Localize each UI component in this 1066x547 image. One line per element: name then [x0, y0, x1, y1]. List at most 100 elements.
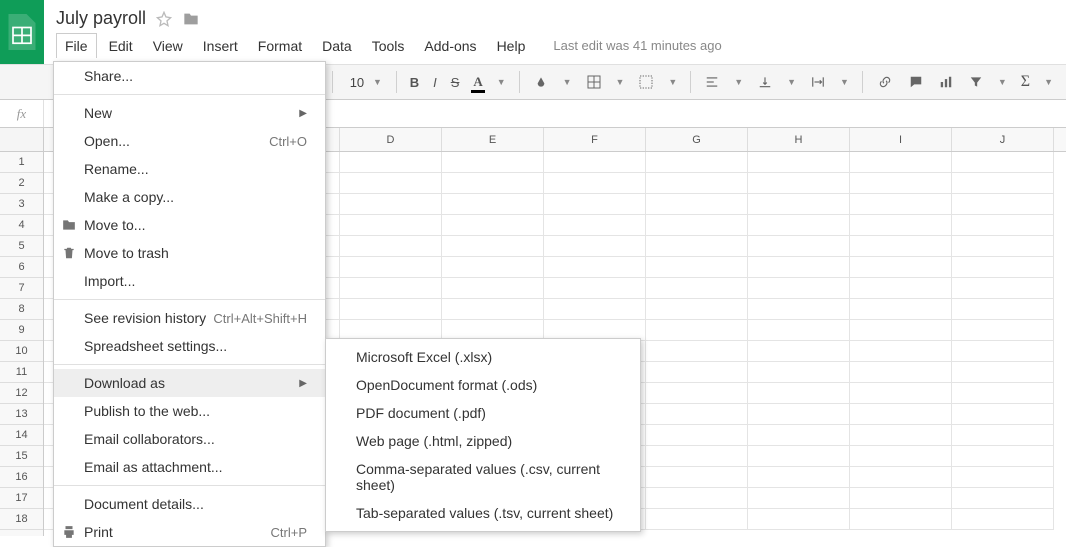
fx-label: fx	[0, 100, 44, 127]
download-as-option-0[interactable]: Microsoft Excel (.xlsx)	[326, 343, 640, 371]
menu-item-label: Rename...	[84, 161, 307, 177]
column-header-F[interactable]: F	[544, 128, 646, 151]
download-as-option-5[interactable]: Tab-separated values (.tsv, current shee…	[326, 499, 640, 527]
row-header-17[interactable]: 17	[0, 488, 43, 509]
functions-button[interactable]: Σ	[1016, 70, 1035, 94]
menu-file[interactable]: File	[56, 33, 97, 58]
file-menu-settings[interactable]: Spreadsheet settings...	[54, 332, 325, 360]
functions-dropdown-icon[interactable]: ▼	[1039, 74, 1058, 90]
row-header-13[interactable]: 13	[0, 404, 43, 425]
menu-edit[interactable]: Edit	[101, 34, 141, 58]
menu-item-label: Email collaborators...	[84, 431, 307, 447]
merge-dropdown-icon[interactable]: ▼	[663, 74, 682, 90]
row-header-11[interactable]: 11	[0, 362, 43, 383]
insert-chart-button[interactable]	[933, 72, 959, 92]
row-header-9[interactable]: 9	[0, 320, 43, 341]
menu-item-label: Spreadsheet settings...	[84, 338, 307, 354]
download-as-option-2[interactable]: PDF document (.pdf)	[326, 399, 640, 427]
menu-add-ons[interactable]: Add-ons	[416, 34, 484, 58]
file-menu-copy[interactable]: Make a copy...	[54, 183, 325, 211]
merge-cells-button[interactable]	[633, 71, 659, 93]
column-header-E[interactable]: E	[442, 128, 544, 151]
download-as-option-3[interactable]: Web page (.html, zipped)	[326, 427, 640, 455]
file-menu-revision[interactable]: See revision historyCtrl+Alt+Shift+H	[54, 304, 325, 332]
file-menu-emailcollab[interactable]: Email collaborators...	[54, 425, 325, 453]
file-menu-docdetails[interactable]: Document details...	[54, 490, 325, 518]
row-header-14[interactable]: 14	[0, 425, 43, 446]
file-menu-trash[interactable]: Move to trash	[54, 239, 325, 267]
column-header-D[interactable]: D	[340, 128, 442, 151]
file-menu-share[interactable]: Share...	[54, 62, 325, 90]
column-header-H[interactable]: H	[748, 128, 850, 151]
filter-button[interactable]	[963, 72, 989, 92]
row-header-12[interactable]: 12	[0, 383, 43, 404]
menu-item-label: Print	[84, 524, 271, 540]
menu-view[interactable]: View	[145, 34, 191, 58]
menu-help[interactable]: Help	[489, 34, 534, 58]
file-menu-rename[interactable]: Rename...	[54, 155, 325, 183]
file-menu-new[interactable]: New▶	[54, 99, 325, 127]
strikethrough-button[interactable]: S	[446, 72, 465, 93]
text-wrap-button[interactable]	[805, 72, 831, 92]
row-header-1[interactable]: 1	[0, 152, 43, 173]
fill-color-dropdown-icon[interactable]: ▼	[558, 74, 577, 90]
download-as-option-1[interactable]: OpenDocument format (.ods)	[326, 371, 640, 399]
borders-dropdown-icon[interactable]: ▼	[611, 74, 630, 90]
font-size-select[interactable]: 10 ▼	[341, 72, 388, 93]
submenu-arrow-icon: ▶	[299, 378, 307, 389]
star-icon[interactable]	[156, 11, 172, 27]
file-menu-open[interactable]: Open...Ctrl+O	[54, 127, 325, 155]
file-menu-download[interactable]: Download as▶	[54, 369, 325, 397]
download-as-option-4[interactable]: Comma-separated values (.csv, current sh…	[326, 455, 640, 499]
row-header-4[interactable]: 4	[0, 215, 43, 236]
menu-item-label: Email as attachment...	[84, 459, 307, 475]
print-icon	[60, 525, 78, 539]
menu-item-label: Import...	[84, 273, 307, 289]
document-title[interactable]: July payroll	[56, 8, 146, 29]
row-header-8[interactable]: 8	[0, 299, 43, 320]
row-header-15[interactable]: 15	[0, 446, 43, 467]
menu-item-label: Open...	[84, 133, 269, 149]
bold-button[interactable]: B	[405, 72, 424, 93]
row-header-16[interactable]: 16	[0, 467, 43, 488]
row-header-10[interactable]: 10	[0, 341, 43, 362]
row-header-7[interactable]: 7	[0, 278, 43, 299]
file-menu-moveto[interactable]: Move to...	[54, 211, 325, 239]
app-logo[interactable]	[0, 0, 44, 64]
row-header-6[interactable]: 6	[0, 257, 43, 278]
borders-button[interactable]	[581, 71, 607, 93]
vertical-align-button[interactable]	[752, 72, 778, 92]
insert-comment-button[interactable]	[903, 72, 929, 92]
menu-format[interactable]: Format	[250, 34, 310, 58]
filter-dropdown-icon[interactable]: ▼	[993, 74, 1012, 90]
file-menu-dropdown: Share...New▶Open...Ctrl+ORename...Make a…	[53, 61, 326, 547]
horizontal-align-button[interactable]	[699, 72, 725, 92]
column-header-I[interactable]: I	[850, 128, 952, 151]
row-header-5[interactable]: 5	[0, 236, 43, 257]
column-header-J[interactable]: J	[952, 128, 1054, 151]
column-header-G[interactable]: G	[646, 128, 748, 151]
text-color-dropdown-icon[interactable]: ▼	[492, 74, 511, 90]
menu-item-label: Make a copy...	[84, 189, 307, 205]
italic-button[interactable]: I	[428, 72, 442, 93]
folder-icon[interactable]	[182, 11, 200, 27]
halign-dropdown-icon[interactable]: ▼	[729, 74, 748, 90]
valign-dropdown-icon[interactable]: ▼	[782, 74, 801, 90]
shortcut-text: Ctrl+O	[269, 134, 307, 149]
fill-color-button[interactable]	[528, 71, 554, 93]
menu-insert[interactable]: Insert	[195, 34, 246, 58]
menu-tools[interactable]: Tools	[364, 34, 413, 58]
row-header-2[interactable]: 2	[0, 173, 43, 194]
file-menu-emailatt[interactable]: Email as attachment...	[54, 453, 325, 481]
file-menu-publish[interactable]: Publish to the web...	[54, 397, 325, 425]
wrap-dropdown-icon[interactable]: ▼	[835, 74, 854, 90]
file-menu-import[interactable]: Import...	[54, 267, 325, 295]
file-menu-print[interactable]: PrintCtrl+P	[54, 518, 325, 546]
last-edit-text[interactable]: Last edit was 41 minutes ago	[553, 38, 721, 53]
menu-item-label: See revision history	[84, 310, 213, 326]
row-header-18[interactable]: 18	[0, 509, 43, 530]
insert-link-button[interactable]	[871, 72, 899, 92]
text-color-button[interactable]: A	[468, 71, 487, 93]
row-header-3[interactable]: 3	[0, 194, 43, 215]
menu-data[interactable]: Data	[314, 34, 360, 58]
